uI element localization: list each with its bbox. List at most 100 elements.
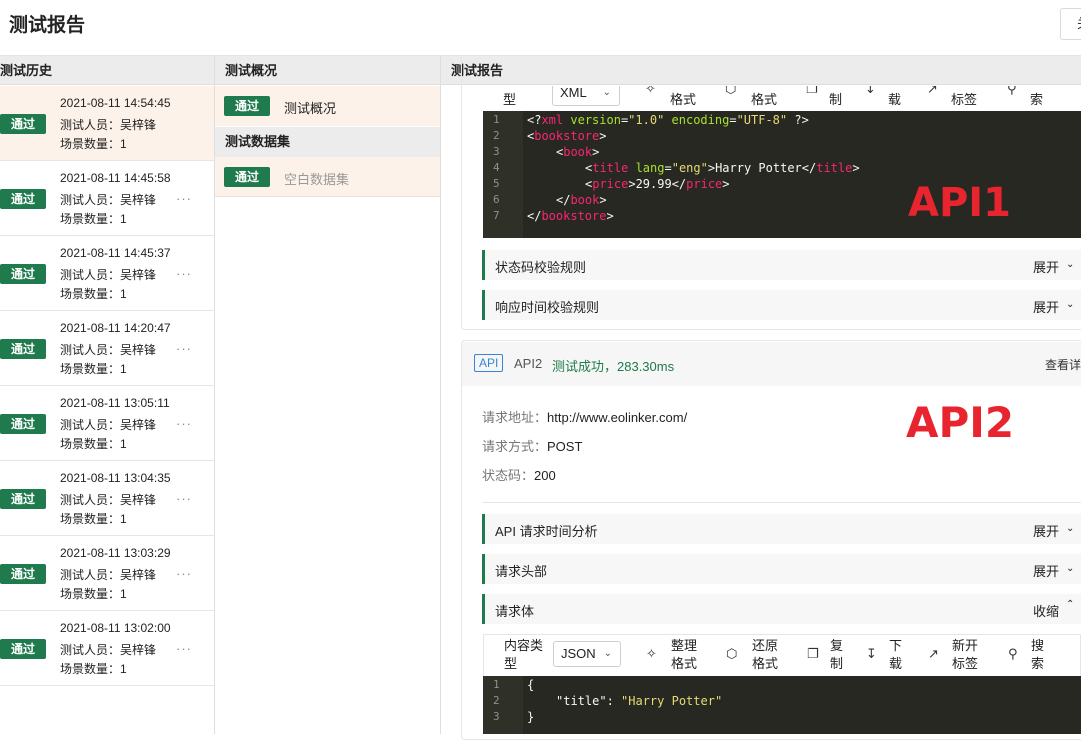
search-icon[interactable]: ⚲ <box>1008 646 1018 662</box>
beautify-button[interactable]: 格式 <box>670 91 696 109</box>
body-toolbar: 内容类 型 JSON ⌄ ✧ 整理 格式 ⬡ 还原 格式 ❐ 复 制 ↧ 下 载 … <box>483 634 1081 676</box>
history-item[interactable]: 通过 2021-08-11 14:45:37 测试人员：吴梓锋 场景数量：1 ··· <box>0 236 214 311</box>
content-type-label: 型 <box>504 656 518 671</box>
view-detail-link[interactable]: 查看详 <box>1045 356 1081 373</box>
status-rule-row[interactable]: 状态码校验规则 展开 ⌄ <box>482 250 1081 280</box>
history-item[interactable]: 通过 2021-08-11 13:02:00 测试人员：吴梓锋 场景数量：1 ··· <box>0 611 214 686</box>
expand-toggle[interactable]: 展开 <box>1033 297 1059 316</box>
download-icon[interactable]: ↧ <box>866 646 877 662</box>
collapse-toggle[interactable]: 收缩 <box>1033 601 1059 620</box>
request-method: 请求方式：POST <box>482 439 583 454</box>
beautify-button[interactable]: 格式 <box>671 655 697 673</box>
newtab-button[interactable]: 标签 <box>951 91 977 109</box>
expand-toggle[interactable]: 展开 <box>1033 561 1059 580</box>
more-icon[interactable]: ··· <box>176 491 192 506</box>
copy-button[interactable]: 复 <box>830 637 843 655</box>
close-button[interactable]: 关 <box>1060 8 1081 40</box>
chevron-down-icon: ⌄ <box>1066 259 1075 270</box>
chevron-down-icon: ⌄ <box>603 648 612 659</box>
overview-row-label: 测试概况 <box>284 101 337 116</box>
dataset-label: 空白数据集 <box>284 172 350 187</box>
copy-icon[interactable]: ❐ <box>807 646 819 662</box>
more-icon[interactable]: ··· <box>176 341 192 356</box>
line-number: 1 <box>493 113 500 126</box>
newtab-button[interactable]: 标签 <box>952 655 978 673</box>
search-button[interactable]: 索 <box>1030 91 1043 109</box>
expand-toggle[interactable]: 展开 <box>1033 521 1059 540</box>
newtab-button[interactable]: 新开 <box>952 637 978 655</box>
more-icon[interactable]: ··· <box>176 566 192 581</box>
history-time: 2021-08-11 14:45:37 <box>60 246 171 260</box>
download-button[interactable]: 下 <box>889 637 902 655</box>
restore-button[interactable]: 还原 <box>752 637 778 655</box>
format-select[interactable]: XML ⌄ <box>552 86 620 106</box>
overview-row-dataset[interactable]: 通过 空白数据集 <box>215 157 440 197</box>
restore-button[interactable]: 格式 <box>752 655 778 673</box>
history-scenes: 场景数量：1 <box>60 512 127 526</box>
format-select[interactable]: JSON ⌄ <box>553 641 621 667</box>
history-time: 2021-08-11 14:20:47 <box>60 321 171 335</box>
restore-button[interactable]: 格式 <box>751 91 777 109</box>
copy-button[interactable]: 制 <box>829 91 842 109</box>
code-line: <book> <box>556 145 600 159</box>
expand-toggle[interactable]: 展开 <box>1033 257 1059 276</box>
code-line: </book> <box>556 193 607 207</box>
copy-button[interactable]: 制 <box>830 655 843 673</box>
request-url: 请求地址：http://www.eolinker.com/ <box>482 410 688 425</box>
overview-header: 测试概况 <box>215 56 440 85</box>
download-button[interactable]: 载 <box>888 91 901 109</box>
json-code-block[interactable]: 1 2 3 { "title": "Harry Potter" } <box>483 676 1081 734</box>
code-line: <bookstore> <box>527 129 607 143</box>
history-tester: 测试人员：吴梓锋 <box>60 193 157 207</box>
history-tester: 测试人员：吴梓锋 <box>60 568 157 582</box>
history-item[interactable]: 通过 2021-08-11 14:54:45 测试人员：吴梓锋 场景数量：1 <box>0 86 214 161</box>
api2-header[interactable]: API API2 测试成功，283.30ms 查看详 <box>462 342 1081 386</box>
pass-badge: 通过 <box>0 414 46 434</box>
beautify-icon[interactable]: ✧ <box>645 86 656 97</box>
overview-row-summary[interactable]: 通过 测试概况 <box>215 86 440 126</box>
history-item[interactable]: 通过 2021-08-11 14:20:47 测试人员：吴梓锋 场景数量：1 ··· <box>0 311 214 386</box>
history-tester: 测试人员：吴梓锋 <box>60 118 157 132</box>
status-code: 状态码：200 <box>482 468 556 483</box>
history-scenes: 场景数量：1 <box>60 362 127 376</box>
beautify-button[interactable]: 整理 <box>671 637 697 655</box>
history-scenes: 场景数量：1 <box>60 287 127 301</box>
code-line: } <box>527 710 535 724</box>
external-link-icon[interactable]: ↗ <box>928 646 939 662</box>
pass-badge: 通过 <box>0 489 46 509</box>
search-button[interactable]: 搜 <box>1031 637 1044 655</box>
api-result: 测试成功，283.30ms <box>552 359 675 374</box>
search-button[interactable]: 索 <box>1031 655 1044 673</box>
line-number: 6 <box>493 193 500 206</box>
search-icon[interactable]: ⚲ <box>1007 86 1017 97</box>
time-rule-row[interactable]: 响应时间校验规则 展开 ⌄ <box>482 290 1081 320</box>
history-item[interactable]: 通过 2021-08-11 13:03:29 测试人员：吴梓锋 场景数量：1 ··· <box>0 536 214 611</box>
body-row[interactable]: 请求体 收缩 ⌃ <box>482 594 1081 624</box>
pass-badge: 通过 <box>0 114 46 134</box>
line-number: 1 <box>493 678 500 691</box>
more-icon[interactable]: ··· <box>176 641 192 656</box>
code-line: <price>29.99</price> <box>585 177 730 191</box>
history-item[interactable]: 通过 2021-08-11 14:45:58 测试人员：吴梓锋 场景数量：1 ··· <box>0 161 214 236</box>
beautify-icon[interactable]: ✧ <box>646 646 657 662</box>
history-tester: 测试人员：吴梓锋 <box>60 268 157 282</box>
pass-badge: 通过 <box>0 639 46 659</box>
external-link-icon[interactable]: ↗ <box>927 86 938 97</box>
cube-icon[interactable]: ⬡ <box>726 646 737 662</box>
pass-badge: 通过 <box>224 96 270 116</box>
more-icon[interactable]: ··· <box>176 191 192 206</box>
download-button[interactable]: 载 <box>889 655 902 673</box>
headers-row[interactable]: 请求头部 展开 ⌄ <box>482 554 1081 584</box>
more-icon[interactable]: ··· <box>176 416 192 431</box>
more-icon[interactable]: ··· <box>176 266 192 281</box>
history-item[interactable]: 通过 2021-08-11 13:05:11 测试人员：吴梓锋 场景数量：1 ··· <box>0 386 214 461</box>
api1-annotation: API1 <box>908 180 1011 226</box>
pass-badge: 通过 <box>0 339 46 359</box>
cube-icon[interactable]: ⬡ <box>725 86 736 97</box>
copy-icon[interactable]: ❐ <box>806 86 818 97</box>
history-item[interactable]: 通过 2021-08-11 13:04:35 测试人员：吴梓锋 场景数量：1 ··· <box>0 461 214 536</box>
history-tester: 测试人员：吴梓锋 <box>60 343 157 357</box>
download-icon[interactable]: ↧ <box>865 86 876 97</box>
timing-row[interactable]: API 请求时间分析 展开 ⌄ <box>482 514 1081 544</box>
chevron-down-icon: ⌄ <box>1066 563 1075 574</box>
